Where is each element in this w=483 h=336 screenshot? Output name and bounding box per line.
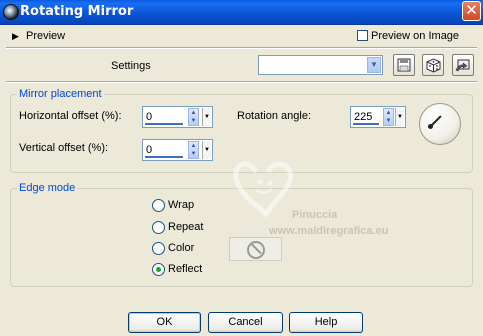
mirror-placement-title: Mirror placement (17, 88, 104, 100)
watermark-url: www.maldiregrafica.eu (269, 225, 389, 237)
edge-mode-title: Edge mode (17, 182, 78, 194)
app-icon (3, 4, 19, 20)
radio-reflect-label[interactable]: Reflect (168, 263, 202, 275)
vertical-offset-value[interactable]: 0 (146, 144, 152, 156)
vertical-offset-label: Vertical offset (%): (19, 142, 109, 154)
edge-color-swatch[interactable] (229, 237, 282, 261)
close-button[interactable]: ✕ (462, 1, 481, 21)
settings-label: Settings (111, 60, 151, 72)
randomize-button[interactable] (422, 54, 444, 76)
chevron-down-icon[interactable]: ▼ (395, 108, 404, 126)
radio-repeat[interactable] (152, 221, 165, 234)
save-preset-button[interactable] (393, 54, 415, 76)
rotation-angle-value[interactable]: 225 (354, 111, 372, 123)
no-color-icon (247, 241, 265, 259)
settings-dropdown[interactable]: ▼ (258, 55, 383, 75)
value-bar (353, 123, 379, 125)
horizontal-offset-label: Horizontal offset (%): (19, 110, 122, 122)
expand-arrow-icon[interactable]: ▶ (12, 31, 19, 42)
reset-button[interactable] (452, 54, 474, 76)
divider (6, 81, 477, 83)
save-icon (397, 58, 411, 72)
watermark-name: Pinuccia (292, 209, 338, 221)
window-title: Rotating Mirror (20, 4, 134, 19)
preview-on-image-label[interactable]: Preview on Image (371, 30, 459, 42)
help-button[interactable]: Help (289, 312, 363, 333)
radio-reflect[interactable] (152, 263, 165, 276)
radio-selected-dot (156, 267, 161, 272)
up-down-arrows-icon[interactable]: ▲ ▼ (383, 108, 394, 126)
chevron-down-icon[interactable]: ▼ (202, 141, 211, 159)
divider (6, 47, 477, 49)
radio-color-label[interactable]: Color (168, 242, 194, 254)
cancel-button[interactable]: Cancel (208, 312, 283, 333)
up-down-arrows-icon[interactable]: ▲ ▼ (188, 141, 199, 159)
radio-wrap[interactable] (152, 199, 165, 212)
radio-wrap-label[interactable]: Wrap (168, 199, 194, 211)
dice-icon (426, 58, 440, 73)
radio-color[interactable] (152, 242, 165, 255)
rotation-angle-label: Rotation angle: (237, 110, 311, 122)
vertical-offset-spinner[interactable]: 0 ▲ ▼ ▼ (142, 139, 213, 161)
up-down-arrows-icon[interactable]: ▲ ▼ (188, 108, 199, 126)
value-bar (145, 123, 183, 125)
rotation-dial[interactable] (419, 103, 461, 145)
chevron-down-icon[interactable]: ▼ (367, 57, 381, 73)
reset-icon (455, 59, 470, 72)
ok-button[interactable]: OK (128, 312, 201, 333)
preview-on-image-checkbox[interactable] (357, 30, 368, 41)
rotation-angle-spinner[interactable]: 225 ▲ ▼ ▼ (350, 106, 406, 128)
horizontal-offset-spinner[interactable]: 0 ▲ ▼ ▼ (142, 106, 213, 128)
value-bar (145, 156, 183, 158)
radio-repeat-label[interactable]: Repeat (168, 221, 203, 233)
chevron-down-icon[interactable]: ▼ (202, 108, 211, 126)
horizontal-offset-value[interactable]: 0 (146, 111, 152, 123)
preview-toggle-label[interactable]: Preview (26, 30, 65, 42)
